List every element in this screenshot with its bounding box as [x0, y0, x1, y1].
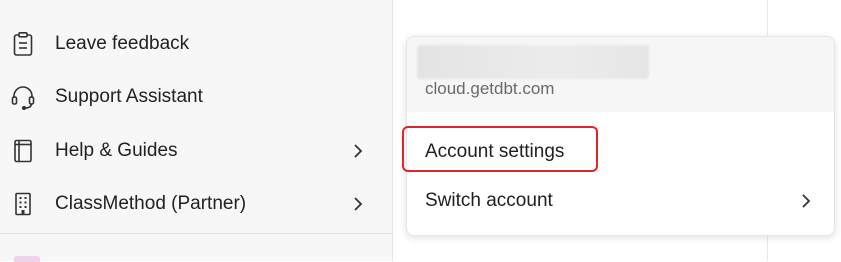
book-icon	[10, 138, 36, 164]
switch-account-label: Switch account	[425, 190, 553, 211]
sidebar-divider	[0, 233, 392, 234]
chevron-right-icon	[350, 143, 366, 159]
sidebar-item-classmethod-partner[interactable]: ClassMethod (Partner)	[0, 181, 392, 227]
sidebar-item-label: ClassMethod (Partner)	[55, 193, 247, 214]
sidebar-item-support-assistant[interactable]: Support Assistant	[0, 74, 392, 120]
sidebar-item-label: Help & Guides	[55, 140, 178, 161]
switch-account-menu-item[interactable]: Switch account	[407, 178, 834, 224]
building-icon	[10, 191, 36, 217]
sidebar-menu: Leave feedback Support Assistant Help & …	[0, 0, 393, 262]
chevron-right-icon	[350, 196, 366, 212]
sidebar-item-leave-feedback[interactable]: Leave feedback	[0, 21, 392, 67]
sidebar-item-label: Leave feedback	[55, 33, 190, 54]
headset-icon	[10, 84, 36, 110]
highlight-outline	[402, 126, 598, 172]
redacted-account-name	[417, 45, 649, 79]
account-host: cloud.getdbt.com	[425, 79, 555, 98]
sidebar-item-help-guides[interactable]: Help & Guides	[0, 128, 392, 174]
chevron-right-icon	[798, 193, 814, 209]
clipboard-icon	[10, 31, 36, 57]
avatar[interactable]	[14, 256, 40, 262]
sidebar-item-label: Support Assistant	[55, 86, 203, 107]
account-header: cloud.getdbt.com	[407, 37, 834, 112]
